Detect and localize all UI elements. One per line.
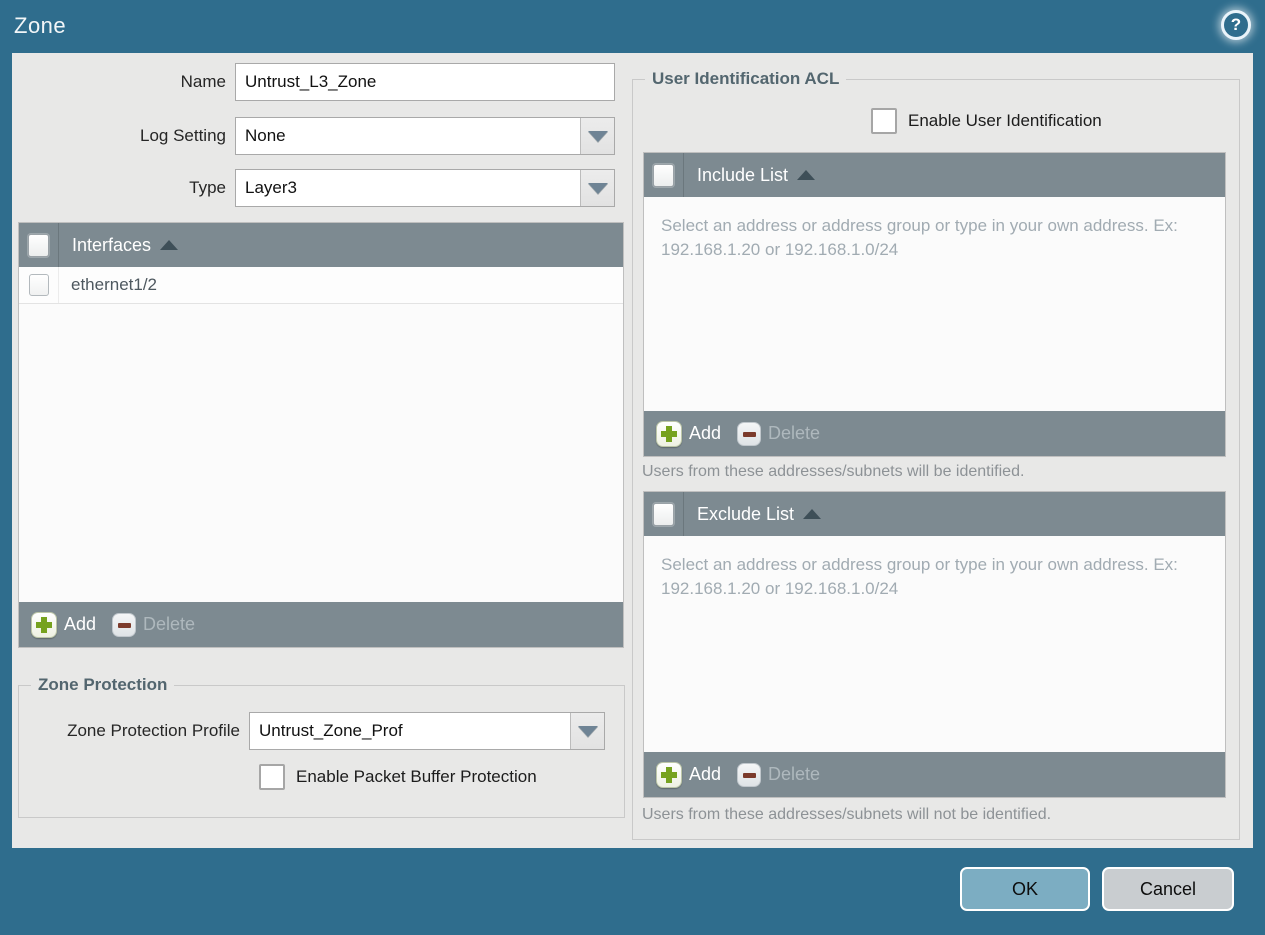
enable-user-identification-checkbox[interactable] (871, 108, 897, 134)
interfaces-table-footer: Add Delete (19, 602, 623, 647)
name-label: Name (180, 72, 226, 91)
zone-protection-profile-label: Zone Protection Profile (67, 721, 240, 740)
exclude-list-header: Exclude List (644, 492, 1225, 536)
include-list-body[interactable]: Select an address or address group or ty… (644, 197, 1225, 411)
packet-buffer-row: Enable Packet Buffer Protection (259, 764, 537, 790)
include-placeholder: Select an address or address group or ty… (661, 216, 1178, 259)
add-icon (31, 611, 57, 638)
exclude-placeholder: Select an address or address group or ty… (661, 555, 1178, 598)
type-value: Layer3 (245, 178, 297, 197)
enable-user-identification-label: Enable User Identification (908, 111, 1102, 130)
row-checkbox[interactable] (28, 274, 49, 296)
dialog-body: Name Log Setting None Type Layer3 (12, 53, 1253, 848)
interfaces-select-all-checkbox[interactable] (28, 233, 49, 257)
exclude-column-label: Exclude List (697, 503, 795, 524)
include-list-table: Include List Select an address or addres… (643, 152, 1226, 457)
add-button-label: Add (689, 423, 722, 443)
type-label: Type (189, 178, 226, 197)
include-list-header: Include List (644, 153, 1225, 197)
add-button[interactable]: Add (656, 761, 722, 788)
cancel-button-label: Cancel (1139, 878, 1197, 899)
zone-protection-legend: Zone Protection (31, 675, 175, 695)
include-column-header[interactable]: Include List (684, 153, 816, 197)
interface-name: ethernet1/2 (71, 275, 158, 294)
type-row: Type Layer3 (12, 169, 615, 207)
add-button-label: Add (64, 614, 97, 634)
log-setting-label: Log Setting (139, 126, 226, 145)
delete-button[interactable]: Delete (737, 762, 821, 787)
ok-button-label: OK (1011, 878, 1038, 899)
delete-button-label: Delete (143, 614, 196, 634)
include-select-all-checkbox[interactable] (653, 163, 674, 187)
interfaces-table-body: ethernet1/2 (19, 267, 623, 602)
zone-protection-profile-dropdown[interactable]: Untrust_Zone_Prof (249, 712, 605, 750)
exclude-caption: Users from these addresses/subnets will … (642, 806, 1052, 823)
titlebar: Zone ? (0, 0, 1265, 53)
exclude-column-header[interactable]: Exclude List (684, 492, 822, 536)
interfaces-header-checkbox-cell (19, 223, 59, 267)
name-row: Name (12, 63, 615, 101)
log-setting-value: None (245, 126, 286, 145)
add-button-label: Add (689, 764, 722, 784)
help-icon[interactable]: ? (1221, 10, 1251, 40)
name-input[interactable] (235, 63, 615, 101)
user-identification-section: User Identification ACL Enable User Iden… (632, 69, 1240, 840)
interfaces-column-header[interactable]: Interfaces (59, 223, 179, 267)
exclude-list-table: Exclude List Select an address or addres… (643, 491, 1226, 798)
delete-icon (737, 762, 762, 787)
chevron-down-icon (577, 725, 598, 737)
enable-user-identification-row: Enable User Identification (871, 108, 1102, 134)
sort-ascending-icon (797, 170, 816, 180)
delete-button[interactable]: Delete (112, 612, 196, 637)
zone-protection-profile-value: Untrust_Zone_Prof (259, 721, 403, 740)
zone-protection-section: Zone Protection Zone Protection Profile … (18, 675, 625, 818)
packet-buffer-label: Enable Packet Buffer Protection (296, 767, 537, 786)
type-dropdown[interactable]: Layer3 (235, 169, 615, 207)
delete-button[interactable]: Delete (737, 421, 821, 446)
delete-button-label: Delete (768, 423, 821, 443)
delete-icon (737, 421, 762, 446)
chevron-down-icon (587, 182, 608, 194)
table-row[interactable]: ethernet1/2 (19, 267, 623, 304)
exclude-list-body[interactable]: Select an address or address group or ty… (644, 536, 1225, 752)
packet-buffer-checkbox[interactable] (259, 764, 285, 790)
delete-button-label: Delete (768, 764, 821, 784)
chevron-down-icon (587, 130, 608, 142)
add-icon (656, 761, 682, 788)
dialog-title: Zone (14, 13, 67, 38)
include-header-checkbox-cell (644, 153, 684, 197)
add-button[interactable]: Add (656, 420, 722, 447)
sort-ascending-icon (803, 509, 822, 519)
log-setting-row: Log Setting None (12, 117, 615, 155)
row-checkbox-cell (19, 267, 59, 303)
sort-ascending-icon (160, 240, 179, 250)
log-setting-dropdown-button[interactable] (580, 118, 614, 154)
add-button[interactable]: Add (31, 611, 97, 638)
include-column-label: Include List (697, 164, 789, 185)
ok-button[interactable]: OK (960, 867, 1090, 911)
zone-dialog: Zone ? Name Log Setting None Type Layer3 (0, 0, 1265, 935)
log-setting-dropdown[interactable]: None (235, 117, 615, 155)
user-identification-legend: User Identification ACL (645, 69, 847, 89)
exclude-header-checkbox-cell (644, 492, 684, 536)
type-dropdown-button[interactable] (580, 170, 614, 206)
cancel-button[interactable]: Cancel (1102, 867, 1234, 911)
delete-icon (112, 612, 137, 637)
interfaces-table: Interfaces ethernet1/2 Add Delete (18, 222, 624, 648)
exclude-list-footer: Add Delete (644, 752, 1225, 797)
help-glyph: ? (1230, 15, 1242, 34)
interfaces-table-header: Interfaces (19, 223, 623, 267)
zone-protection-profile-dropdown-button[interactable] (570, 713, 604, 749)
zone-protection-profile-row: Zone Protection Profile Untrust_Zone_Pro… (19, 712, 605, 750)
exclude-select-all-checkbox[interactable] (653, 502, 674, 526)
add-icon (656, 420, 682, 447)
include-caption: Users from these addresses/subnets will … (642, 463, 1025, 480)
interfaces-column-label: Interfaces (72, 234, 152, 255)
include-list-footer: Add Delete (644, 411, 1225, 456)
